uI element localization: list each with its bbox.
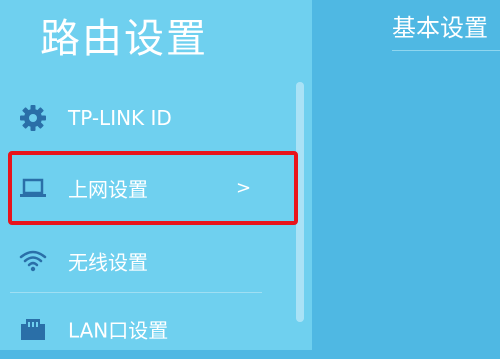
highlight-box [8,151,298,225]
sidebar-item-label: 无线设置 [68,250,148,275]
section-title: 基本设置 [392,14,488,42]
wifi-icon [18,246,48,276]
divider [10,292,262,293]
sidebar-item-wireless-settings[interactable]: 无线设置 [10,231,268,291]
gear-icon [18,103,48,133]
page-title: 路由设置 [40,16,208,62]
sidebar-item-label: LAN口设置 [68,318,169,343]
sidebar-item-lan-settings[interactable]: LAN口设置 [10,299,268,359]
section-underline [392,50,500,51]
sidebar-item-tp-link-id[interactable]: TP-LINK ID [10,88,268,148]
lan-port-icon [18,314,48,344]
sidebar-item-label: TP-LINK ID [68,106,172,130]
